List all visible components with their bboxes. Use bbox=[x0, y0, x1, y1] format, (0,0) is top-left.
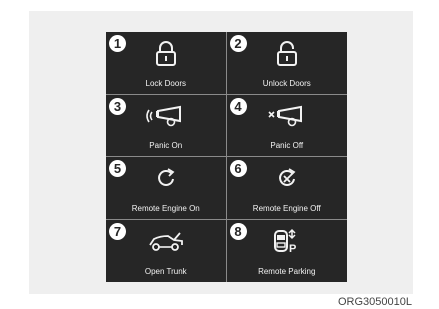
panic-on-button[interactable]: 3 Panic On bbox=[106, 94, 227, 157]
car-trunk-icon bbox=[146, 228, 186, 254]
button-number-badge: 6 bbox=[229, 160, 247, 177]
horn-sound-icon bbox=[145, 103, 186, 129]
engine-start-icon bbox=[146, 165, 186, 191]
lock-closed-icon bbox=[146, 40, 186, 66]
button-label: Remote Engine Off bbox=[252, 203, 321, 213]
horn-muted-icon bbox=[267, 103, 307, 129]
remote-parking-icon: P bbox=[267, 228, 307, 254]
button-label: Panic On bbox=[149, 141, 183, 150]
engine-stop-icon bbox=[267, 165, 307, 191]
open-trunk-button[interactable]: 7 Open Trunk bbox=[106, 219, 227, 282]
svg-text:P: P bbox=[289, 243, 296, 254]
button-label: Open Trunk bbox=[144, 267, 187, 276]
button-number-badge: 4 bbox=[229, 97, 247, 115]
remote-key-panel: 1 Lock Doors 2 Unlock Doors 3 Panic On 4… bbox=[106, 32, 347, 282]
lock-doors-button[interactable]: 1 Lock Doors bbox=[106, 32, 227, 95]
unlock-doors-button[interactable]: 2 Unlock Doors bbox=[226, 32, 347, 95]
button-number-badge: 2 bbox=[229, 35, 247, 52]
remote-parking-button[interactable]: 8 P Remote Parking bbox=[227, 220, 348, 283]
button-label: Panic Off bbox=[270, 141, 304, 150]
figure: 1 Lock Doors 2 Unlock Doors 3 Panic On 4… bbox=[0, 0, 439, 309]
button-label: Remote Parking bbox=[258, 267, 316, 276]
button-label: Lock Doors bbox=[145, 78, 186, 88]
button-label: Unlock Doors bbox=[262, 78, 311, 88]
button-number-badge: 3 bbox=[109, 97, 126, 115]
button-number-badge: 5 bbox=[109, 160, 126, 177]
remote-engine-on-button[interactable]: 5 Remote Engine On bbox=[106, 157, 227, 220]
lock-open-icon bbox=[267, 40, 307, 66]
panic-off-button[interactable]: 4 Panic Off bbox=[226, 95, 347, 157]
figure-code: ORG3050010L bbox=[338, 296, 412, 308]
button-number-badge: 7 bbox=[109, 222, 126, 240]
button-number-badge: 8 bbox=[229, 222, 247, 240]
remote-engine-off-button[interactable]: 6 Remote Engine Off bbox=[226, 157, 347, 220]
button-label: Remote Engine On bbox=[131, 203, 200, 213]
button-number-badge: 1 bbox=[109, 35, 126, 52]
